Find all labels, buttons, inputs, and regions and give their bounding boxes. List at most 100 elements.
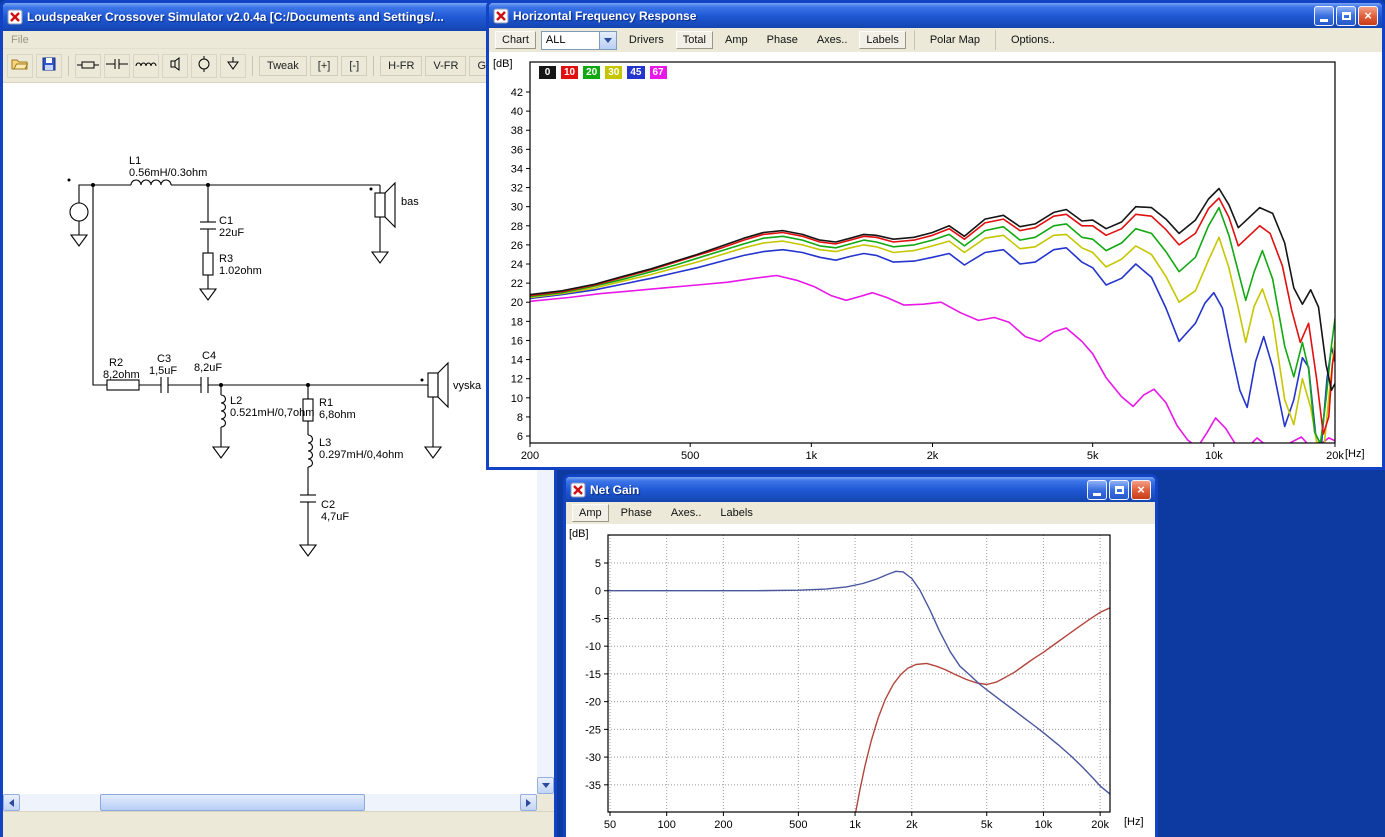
component-value: 0.56mH/0.3ohm	[129, 167, 207, 179]
series-67	[530, 274, 1335, 443]
labels-button[interactable]: Labels	[859, 31, 906, 49]
y-tick-label: 14	[511, 355, 523, 367]
schematic-canvas[interactable]: L1 0.56mH/0.3ohm C1 22uF R3 1.02ohm R2 8	[3, 83, 537, 794]
close-button[interactable]: ×	[1131, 479, 1151, 500]
series-blue	[608, 570, 1110, 795]
chart-type-value: ALL	[545, 34, 566, 46]
ground-tool-button[interactable]	[220, 53, 246, 78]
inductor-tool-button[interactable]	[133, 53, 159, 78]
menubar: File	[3, 31, 554, 49]
ng-labels-button[interactable]: Labels	[713, 504, 759, 522]
chevron-down-icon[interactable]	[598, 31, 616, 49]
component-C2[interactable]: C2 4,7uF	[300, 494, 349, 523]
y-tick-label: 30	[511, 202, 523, 214]
component-C1[interactable]: C1 22uF	[200, 215, 244, 239]
scroll-right-button[interactable]	[520, 794, 537, 811]
zoom-in-button[interactable]: [+]	[309, 55, 339, 76]
schematic-area: L1 0.56mH/0.3ohm C1 22uF R3 1.02ohm R2 8	[3, 83, 537, 794]
netgain-titlebar[interactable]: Net Gain ×	[566, 477, 1155, 502]
ground-icon	[226, 57, 240, 74]
component-L2[interactable]: L2 0.521mH/0,7ohm	[220, 394, 314, 428]
y-tick-label: -5	[591, 613, 601, 625]
component-value: 1.02ohm	[219, 265, 262, 277]
app-icon	[7, 9, 23, 25]
component-C3[interactable]: C3 1,5uF	[149, 353, 177, 393]
main-toolbar: Tweak [+] [-] H-FR V-FR Ga	[3, 49, 554, 83]
hfr-window: Horizontal Frequency Response × Chart AL…	[486, 0, 1385, 470]
horizontal-scrollbar[interactable]	[3, 794, 537, 811]
component-L3[interactable]: L3 0.297mH/0,4ohm	[307, 434, 403, 468]
hfr-chart-area: [dB] [Hz] 0 10 20 30 45 67 200 500 1k 2k 5k 10k 20k…	[489, 52, 1382, 467]
component-ref: L2	[230, 395, 242, 407]
tweak-button[interactable]: Tweak	[259, 55, 307, 76]
hfr-window-title: Horizontal Frequency Response	[513, 8, 697, 23]
vfr-button[interactable]: V-FR	[425, 55, 467, 76]
component-source[interactable]	[69, 202, 89, 222]
open-button[interactable]	[7, 53, 33, 78]
x-tick-label: 200	[714, 819, 732, 831]
x-tick-label: 100	[658, 819, 676, 831]
x-tick-label: 500	[789, 819, 807, 831]
drivers-button[interactable]: Drivers	[622, 31, 671, 49]
component-ref: L3	[319, 437, 331, 449]
close-button[interactable]: ×	[1358, 5, 1378, 26]
minimize-button[interactable]	[1314, 5, 1334, 26]
component-ref: R2	[109, 357, 123, 369]
chart-button[interactable]: Chart	[495, 31, 536, 49]
legend-item: 0	[539, 66, 556, 79]
component-value: 1,5uF	[149, 365, 177, 377]
component-L1[interactable]: L1 0.56mH/0.3ohm	[129, 155, 207, 186]
zoom-out-button[interactable]: [-]	[341, 55, 368, 76]
hfr-titlebar[interactable]: Horizontal Frequency Response ×	[489, 3, 1382, 28]
speaker-tool-button[interactable]	[162, 53, 188, 78]
component-C4[interactable]: C4 8,2uF	[194, 350, 222, 393]
axes-button[interactable]: Axes..	[810, 31, 855, 49]
capacitor-tool-button[interactable]	[104, 53, 130, 78]
y-tick-label: 24	[511, 259, 523, 271]
total-button[interactable]: Total	[675, 31, 713, 49]
amp-button[interactable]: Amp	[718, 31, 755, 49]
toolbar-separator	[373, 55, 375, 76]
minimize-button[interactable]	[1087, 479, 1107, 500]
scroll-left-button[interactable]	[3, 794, 20, 811]
component-value: 4,7uF	[321, 511, 349, 523]
wires	[78, 184, 434, 545]
y-tick-label: 0	[595, 586, 601, 598]
chart-type-select[interactable]: ALL	[540, 30, 617, 50]
ground-symbols	[69, 234, 443, 557]
x-tick-label: 2k	[906, 819, 918, 831]
ng-axes-button[interactable]: Axes..	[664, 504, 709, 522]
ng-amp-button[interactable]: Amp	[572, 504, 609, 522]
netgain-window-title: Net Gain	[590, 482, 640, 497]
y-tick-label: 28	[511, 221, 523, 233]
hscroll-thumb[interactable]	[100, 794, 365, 811]
save-button[interactable]	[36, 53, 62, 78]
maximize-button[interactable]	[1109, 479, 1129, 500]
component-value: 0.521mH/0,7ohm	[230, 407, 314, 419]
menu-file[interactable]: File	[3, 33, 37, 47]
speaker-vyska[interactable]: vyska	[427, 361, 482, 409]
resistor-icon	[77, 58, 99, 73]
netgain-window: Net Gain × Amp Phase Axes.. Labels [dB] …	[563, 474, 1158, 837]
phase-button[interactable]: Phase	[760, 31, 805, 49]
scroll-down-button[interactable]	[537, 777, 554, 794]
series-red	[855, 607, 1110, 812]
component-R3[interactable]: R3 1.02ohm	[202, 252, 262, 277]
options-button[interactable]: Options..	[1004, 31, 1062, 49]
component-R2[interactable]: R2 8,2ohm	[103, 357, 140, 391]
main-titlebar[interactable]: Loudspeaker Crossover Simulator v2.0.4a …	[3, 3, 554, 31]
resistor-tool-button[interactable]	[75, 53, 101, 78]
x-tick-label: 2k	[927, 450, 939, 462]
y-tick-label: 18	[511, 316, 523, 328]
capacitor-icon	[106, 58, 128, 73]
source-tool-button[interactable]	[191, 53, 217, 78]
speaker-label: vyska	[453, 380, 482, 392]
y-tick-label: 10	[511, 393, 523, 405]
hfr-button[interactable]: H-FR	[380, 55, 423, 76]
speaker-bas[interactable]: bas	[374, 181, 419, 229]
maximize-button[interactable]	[1336, 5, 1356, 26]
y-axis-label: [dB]	[493, 58, 513, 70]
component-ref: R3	[219, 253, 233, 265]
polar-map-button[interactable]: Polar Map	[923, 31, 987, 49]
ng-phase-button[interactable]: Phase	[614, 504, 659, 522]
